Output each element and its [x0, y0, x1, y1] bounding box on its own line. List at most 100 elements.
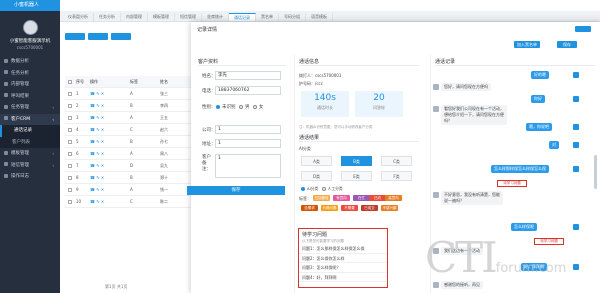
learning-question[interactable]: 问题2：怎么保你怎么样 — [299, 254, 387, 263]
radio-label: AI分类 — [307, 186, 319, 191]
tag-chip[interactable]: 在忙 — [353, 195, 370, 201]
tab-template[interactable]: 模板管理 — [148, 13, 175, 21]
learning-question-tag[interactable]: 待学习问题 — [497, 180, 527, 187]
row-name: 李四 — [160, 102, 168, 108]
row-checkbox[interactable] — [68, 139, 72, 144]
toolbar-button[interactable] — [88, 33, 108, 40]
toolbar-button[interactable] — [111, 33, 131, 40]
intent-option[interactable]: A类 — [301, 156, 332, 166]
tab-blacklist[interactable]: 黑名单 — [256, 13, 279, 21]
intent-option[interactable]: D类 — [301, 171, 332, 181]
sidebar-subitem-call-records[interactable]: 通话记录 — [0, 125, 60, 137]
sidebar-item-task-management[interactable]: 任务管理 ‹ — [0, 102, 60, 114]
row-actions[interactable]: ☎ ✎ ✕ — [90, 199, 130, 204]
row-actions[interactable]: ☎ ✎ ✕ — [90, 139, 130, 144]
tab-sms[interactable]: 短信管理 — [175, 13, 202, 21]
toolbar-button[interactable] — [65, 33, 85, 40]
tag-chip[interactable]: 高意向 — [385, 195, 402, 201]
column-header: 姓名 — [160, 78, 168, 84]
tab-dashboard[interactable]: 仪表盘分析 — [63, 13, 94, 21]
robot-message: 感谢您的接听，再见 — [441, 281, 483, 289]
row-checkbox[interactable] — [68, 175, 72, 180]
row-number: 2 — [76, 103, 79, 108]
tab-number-group[interactable]: 号码分组 — [279, 13, 306, 21]
row-tag: A — [130, 151, 133, 156]
row-actions[interactable]: ☎ ✎ ✕ — [90, 187, 130, 192]
sidebar-subitem-customer-list[interactable]: 客户列表 — [0, 136, 60, 148]
sidebar-item-template[interactable]: 模板管理 ‹ — [0, 148, 60, 160]
username: cscs5700001 — [16, 45, 44, 50]
tag-chip[interactable]: 已加微信 — [313, 195, 330, 201]
company-field[interactable]: 1 — [215, 125, 281, 134]
ai-classification-title: AI分类 — [299, 146, 311, 151]
row-checkbox[interactable] — [68, 187, 72, 192]
row-actions[interactable]: ☎ ✎ ✕ — [90, 175, 130, 180]
intent-option[interactable]: E类 — [341, 171, 372, 181]
ai-mode-radio[interactable] — [301, 187, 305, 191]
tag-chip[interactable]: 不感兴趣 — [381, 205, 398, 211]
learning-questions-box: 待学习问题 以下是您可能要学习的问题 问题1：怎么那样保怎么样保怎么保 问题2：… — [298, 228, 388, 288]
learning-question[interactable]: 问题1：怎么那样保怎么样保怎么保 — [299, 244, 387, 254]
rounds-stat: 20 问答轮 — [355, 91, 403, 117]
customer-save-button[interactable]: 保存 — [187, 186, 285, 195]
tag-chip[interactable]: 有意向 — [333, 195, 350, 201]
gender-male-radio[interactable] — [238, 104, 243, 109]
learning-question[interactable]: 问题3：怎么样保呢？ — [299, 263, 387, 273]
remark-textarea[interactable]: 1 — [215, 154, 281, 178]
name-field[interactable]: 李先 — [215, 71, 281, 80]
row-checkbox[interactable] — [68, 163, 72, 168]
tab-task-analysis[interactable]: 任务分析 — [94, 13, 121, 21]
row-checkbox[interactable] — [68, 115, 72, 120]
learning-question[interactable]: 问题4：好，拜拜啊 — [299, 273, 387, 282]
address-field[interactable]: 1 — [215, 139, 281, 148]
row-checkbox[interactable] — [68, 151, 72, 156]
row-actions[interactable]: ☎ ✎ ✕ — [90, 127, 130, 132]
transcript-scrollbar[interactable] — [594, 155, 597, 189]
tab-call-records[interactable]: 通话记录 — [229, 13, 256, 21]
intent-option-selected[interactable]: B类 — [341, 156, 372, 166]
sidebar-item-task-analysis[interactable]: 任务分析 — [0, 68, 60, 80]
tag-chip[interactable]: 没需求 — [301, 205, 318, 211]
sidebar-item-call-result[interactable]: 呼叫结果 — [0, 91, 60, 103]
customer-avatar-icon — [573, 264, 579, 270]
phone-field[interactable]: 18837060762 — [215, 86, 281, 95]
close-button[interactable] — [575, 26, 591, 32]
row-checkbox[interactable] — [68, 103, 72, 108]
gender-female-radio[interactable] — [252, 104, 257, 109]
row-actions[interactable]: ☎ ✎ ✕ — [90, 151, 130, 156]
chevron-left-icon: ‹ — [52, 151, 54, 156]
customer-message: 嗯，你说吧 — [526, 123, 552, 131]
sidebar-item-log[interactable]: 操作日志 — [0, 171, 60, 183]
name-label: 姓名： — [202, 74, 216, 79]
save-button[interactable]: 保存 — [557, 41, 577, 48]
sidebar-item-sms[interactable]: 短信管理 ‹ — [0, 160, 60, 172]
row-checkbox[interactable] — [68, 91, 72, 96]
tag-chip[interactable]: 已成交 — [361, 205, 378, 211]
manual-mode-radio[interactable] — [321, 187, 326, 191]
tab-voice-template[interactable]: 语音模板 — [306, 13, 333, 21]
row-name: 钱一 — [160, 186, 168, 192]
intent-option[interactable]: F类 — [381, 171, 412, 181]
tag-chip[interactable]: 价格问题 — [321, 205, 338, 211]
sidebar-item-label: 通话记录 — [14, 128, 32, 133]
intent-option[interactable]: C类 — [381, 156, 412, 166]
tab-internal[interactable]: 内部管理 — [121, 13, 148, 21]
row-checkbox[interactable] — [68, 127, 72, 132]
row-actions[interactable]: ☎ ✎ ✕ — [90, 163, 130, 168]
sidebar-item-data-analysis[interactable]: 数据分析 — [0, 56, 60, 68]
sidebar-item-internal[interactable]: 内部管理 — [0, 79, 60, 91]
tab-agent-stats[interactable]: 坐席统计 — [202, 13, 229, 21]
add-to-blacklist-button[interactable]: 加入黑名单 — [514, 41, 540, 48]
row-actions[interactable]: ☎ ✎ ✕ — [90, 91, 130, 96]
row-name: 王五 — [160, 114, 168, 120]
gender-unknown-radio[interactable] — [216, 104, 220, 109]
row-actions[interactable]: ☎ ✎ ✕ — [90, 115, 130, 120]
tag-chip[interactable]: 已约 — [369, 195, 386, 201]
tag-chip[interactable]: 不需要 — [341, 205, 358, 211]
sidebar-item-crm[interactable]: 客户CRM ‹ — [0, 113, 60, 125]
sidebar-item-label: 操作日志 — [11, 174, 29, 179]
select-all-checkbox[interactable] — [68, 79, 72, 84]
customer-message: 你好 — [531, 95, 545, 103]
row-checkbox[interactable] — [68, 199, 72, 204]
row-actions[interactable]: ☎ ✎ ✕ — [90, 103, 130, 108]
